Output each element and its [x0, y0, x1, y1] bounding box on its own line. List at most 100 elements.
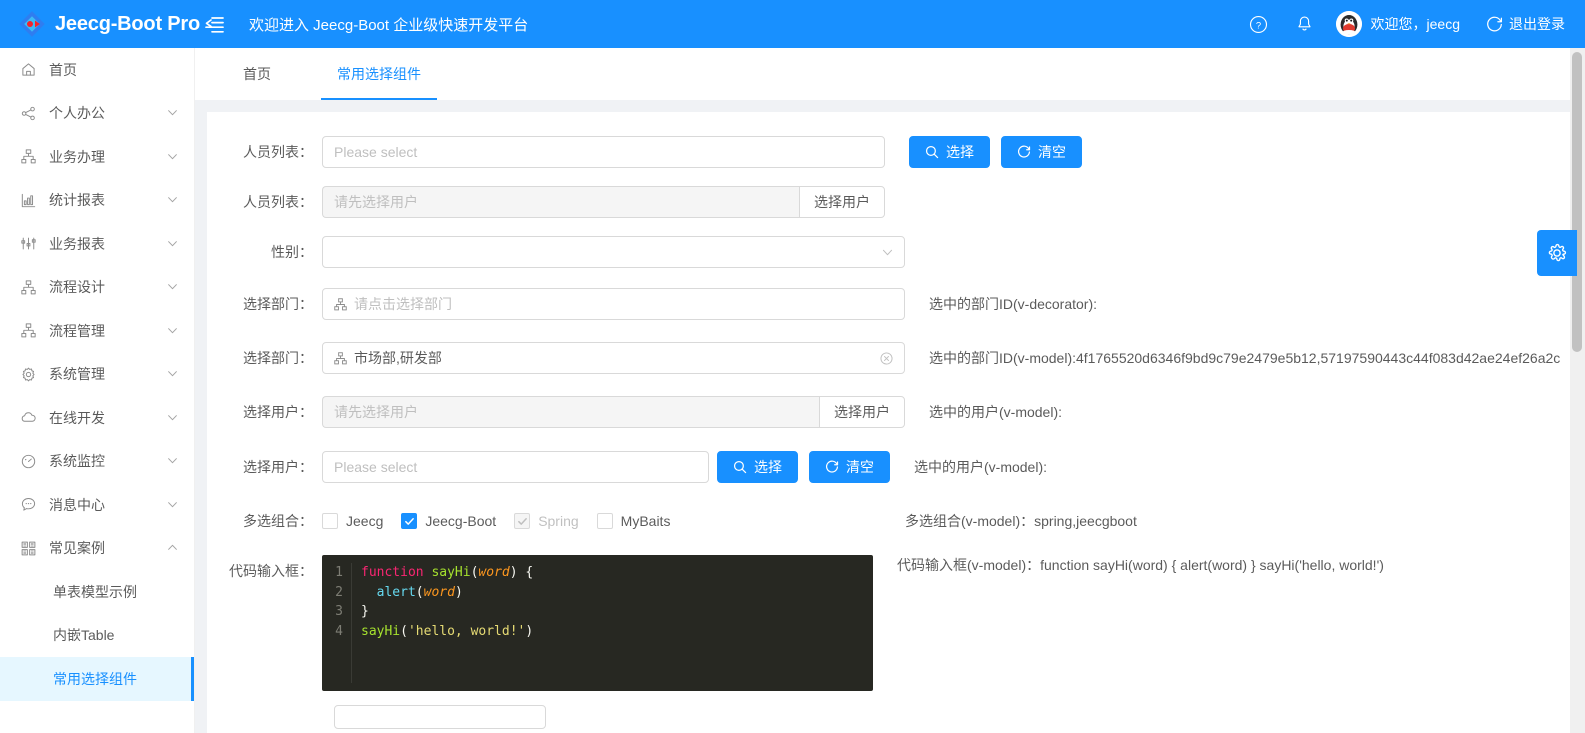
next-row-input-partial[interactable]	[334, 705, 546, 729]
row-control: 请先选择用户 选择用户 选中的用户(v-model):	[322, 396, 1062, 428]
appstore-icon	[21, 541, 41, 556]
select-button-2[interactable]: 选择	[717, 451, 798, 483]
code-editor[interactable]: 1234 function sayHi(word) { alert(word)}…	[322, 555, 873, 691]
code-token: word	[478, 565, 510, 580]
choose-user-addon-button-1[interactable]: 选择用户	[799, 186, 885, 218]
question-circle-icon[interactable]: ?	[1236, 0, 1282, 48]
tab-label: 常用选择组件	[337, 66, 421, 82]
sidebar-item-1[interactable]: 个人办公	[0, 92, 194, 136]
input-placeholder: Please select	[334, 144, 418, 160]
reload-icon	[1018, 145, 1031, 158]
home-icon	[21, 62, 41, 77]
code-line-number: 2	[335, 584, 343, 600]
sidebar-item-4[interactable]: 业务报表	[0, 222, 194, 266]
row-control: 1234 function sayHi(word) { alert(word)}…	[322, 555, 1384, 691]
chevron-down-icon[interactable]	[167, 279, 178, 295]
dept-id-hint-1: 选中的部门ID(v-decorator):	[929, 296, 1098, 312]
input-placeholder: 请先选择用户	[334, 404, 418, 420]
sidebar-item-0[interactable]: 首页	[0, 48, 194, 92]
chevron-down-icon[interactable]	[167, 366, 178, 382]
sidebar-item-6[interactable]: 流程管理	[0, 309, 194, 353]
sidebar-item-9[interactable]: 系统监控	[0, 440, 194, 484]
sidebar-item-label: 流程管理	[49, 322, 105, 339]
sidebar-nav: 首页 个人办公 业务办理 统计报表 业务报表 流程设计流程管理系统管理 在线开发 系统监控 消息…	[0, 48, 195, 733]
scrollbar-thumb[interactable]	[1572, 52, 1582, 352]
sidebar-item-3[interactable]: 统计报表	[0, 179, 194, 223]
user-select-input-2[interactable]: Please select	[322, 451, 709, 483]
checkbox-jeecg-boot[interactable]: Jeecg-Boot	[401, 513, 496, 529]
clear-button-2[interactable]: 清空	[809, 451, 890, 483]
row-control	[322, 236, 905, 268]
cluster-icon	[334, 351, 347, 365]
close-circle-icon[interactable]	[880, 351, 893, 365]
choose-user-addon-button-2[interactable]: 选择用户	[819, 396, 905, 428]
user-greeting: 欢迎您，jeecg	[1370, 16, 1460, 32]
code-token: sayHi	[431, 565, 471, 580]
form-row-person-list-1: 人员列表： Please select 选择 清空	[229, 136, 1551, 168]
checkbox-box	[322, 513, 338, 529]
addon-label: 选择用户	[814, 194, 870, 210]
dept-id-hint-2: 选中的部门ID(v-model):4f1765520d6346f9bd9c79e…	[929, 350, 1561, 366]
code-line: function sayHi(word) {	[361, 563, 873, 583]
checkbox-box	[514, 513, 531, 529]
header-right-actions: ? 欢迎您，jeecg 退出登录	[1236, 0, 1585, 48]
row-label: 选择部门：	[243, 350, 313, 366]
row-control: 请先选择用户 选择用户	[322, 186, 885, 218]
chevron-down-icon[interactable]	[167, 192, 178, 208]
tab-1[interactable]: 常用选择组件	[321, 49, 437, 100]
form-row-user-1: 选择用户： 请先选择用户 选择用户 选中的用户(v-model):	[229, 396, 1551, 428]
setting-drawer-button[interactable]	[1537, 230, 1577, 276]
checkbox-jeecg[interactable]: Jeecg	[322, 513, 383, 529]
code-line-number: 3	[335, 604, 343, 619]
logo-title: Jeecg-Boot Pro	[55, 12, 201, 35]
checkbox-spring: Spring	[514, 513, 579, 529]
gender-select[interactable]	[322, 236, 905, 268]
cluster-icon	[21, 323, 41, 338]
cloud-icon	[21, 410, 41, 425]
sidebar-item-8[interactable]: 在线开发	[0, 396, 194, 440]
qq-penguin-avatar[interactable]	[1335, 11, 1362, 37]
check-icon	[517, 517, 527, 525]
clear-button-1[interactable]: 清空	[1001, 136, 1082, 168]
checkbox-mybaits[interactable]: MyBaits	[596, 513, 671, 529]
button-label: 选择	[946, 144, 974, 160]
person-list-input-1[interactable]: Please select	[322, 136, 885, 168]
button-label: 清空	[1038, 144, 1066, 160]
sidebar-item-2[interactable]: 业务办理	[0, 135, 194, 179]
bell-icon[interactable]	[1282, 0, 1328, 48]
row-control: Please select 选择 清空	[322, 136, 1082, 168]
chevron-down-icon[interactable]	[167, 149, 178, 165]
sidebar-item-13[interactable]: 内嵌Table	[0, 614, 194, 658]
chevron-up-icon[interactable]	[167, 540, 178, 556]
sidebar-item-14[interactable]: 常用选择组件	[0, 657, 194, 701]
person-list-input-2: 请先选择用户	[322, 186, 799, 218]
user-select-input-1: 请先选择用户	[322, 396, 819, 428]
sidebar-item-7[interactable]: 系统管理	[0, 353, 194, 397]
row-label: 选择部门：	[243, 296, 313, 312]
chevron-down-icon[interactable]	[167, 410, 178, 426]
chevron-down-icon[interactable]	[167, 453, 178, 469]
logout-button[interactable]: 退出登录	[1486, 14, 1565, 34]
logo-area[interactable]: Jeecg-Boot Pro	[0, 0, 200, 48]
select-button-1[interactable]: 选择	[909, 136, 990, 168]
chevron-down-icon[interactable]	[167, 236, 178, 252]
sidebar-item-10[interactable]: 消息中心	[0, 483, 194, 527]
code-token: (	[415, 584, 424, 600]
reload-icon	[826, 460, 839, 473]
dept-select-input-1[interactable]: 请点击选择部门	[322, 288, 905, 320]
page-scrollbar[interactable]	[1570, 48, 1585, 733]
tab-bar: 首页 常用选择组件	[195, 48, 1585, 100]
chevron-down-icon[interactable]	[167, 105, 178, 121]
chevron-down-icon[interactable]	[167, 497, 178, 513]
checkbox-label: MyBaits	[620, 513, 671, 529]
checkbox-label: Jeecg	[346, 513, 384, 529]
chevron-down-icon[interactable]	[167, 323, 178, 339]
sidebar-item-11[interactable]: 常见案例	[0, 527, 194, 571]
sidebar-item-12[interactable]: 单表模型示例	[0, 570, 194, 614]
menu-fold-icon[interactable]	[195, 0, 233, 48]
tab-0[interactable]: 首页	[227, 49, 287, 100]
sidebar-item-5[interactable]: 流程设计	[0, 266, 194, 310]
dept-select-input-2[interactable]: 市场部,研发部	[322, 342, 905, 374]
code-token: word	[423, 584, 455, 600]
